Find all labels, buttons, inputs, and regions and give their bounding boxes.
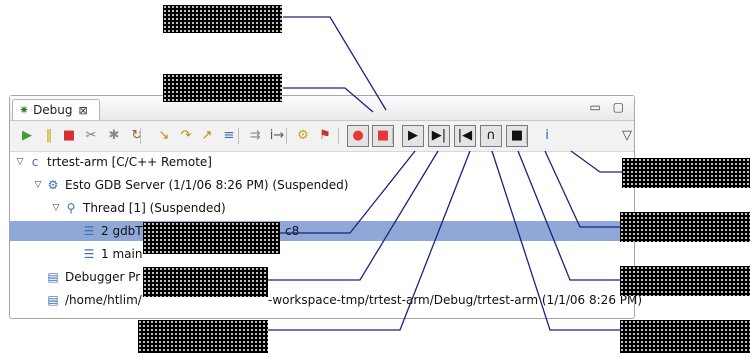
callout-box-6 — [622, 158, 750, 188]
callout-box-8 — [620, 266, 750, 296]
callout-box-3 — [143, 222, 280, 254]
callout-box-9 — [620, 320, 750, 353]
callout-box-5 — [138, 320, 268, 353]
callout-box-4 — [143, 267, 268, 297]
callout-box-1 — [163, 5, 282, 33]
callout-box-7 — [620, 212, 750, 242]
callout-box-2 — [163, 74, 282, 102]
